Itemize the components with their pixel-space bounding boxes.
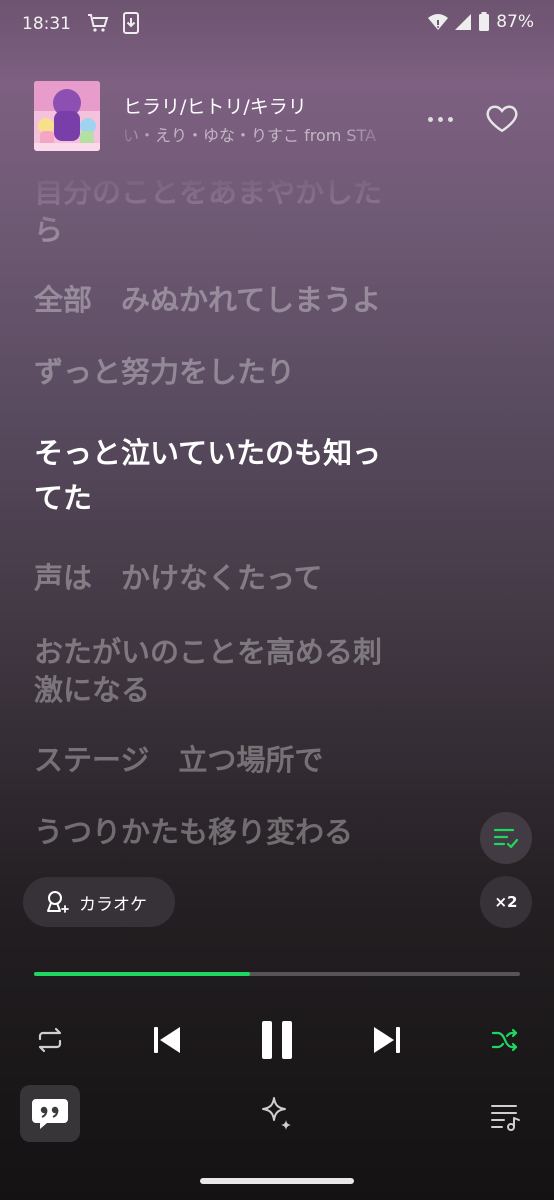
previous-button[interactable] (145, 1018, 189, 1062)
dot-icon (437, 116, 443, 122)
download-icon (123, 12, 139, 34)
lyrics-sync-button[interactable] (480, 812, 532, 864)
next-button[interactable] (365, 1018, 409, 1062)
shuffle-icon (491, 1028, 518, 1052)
lyric-line[interactable]: うつりかたも移り変わる (34, 812, 434, 852)
like-button[interactable] (484, 100, 520, 136)
repeat-button[interactable] (30, 1020, 70, 1060)
pause-icon (262, 1021, 292, 1059)
gesture-home-bar[interactable] (200, 1178, 354, 1184)
lyrics-button[interactable] (20, 1085, 80, 1142)
lyric-line-current[interactable]: そっと泣いていたのも知っ (34, 433, 434, 473)
karaoke-label: カラオケ (79, 894, 147, 915)
karaoke-button[interactable]: カラオケ (23, 877, 175, 927)
song-artist[interactable]: い・えり・ゆな・りすこ from STA (123, 122, 395, 146)
battery-icon (479, 12, 490, 31)
lyric-line[interactable]: おたがいのことを高める刺 (34, 632, 434, 672)
status-system-icons: 87% (428, 12, 534, 32)
status-notification-icons (86, 12, 140, 34)
more-options-button[interactable] (420, 104, 460, 134)
list-check-icon (493, 828, 519, 849)
cart-icon (88, 14, 109, 32)
album-art[interactable] (34, 81, 100, 151)
lyric-line[interactable]: 声は かけなくたって (34, 558, 434, 598)
lyric-line[interactable]: ずっと努力をしたり (34, 352, 434, 392)
progress-fill (34, 972, 251, 976)
speed-label: ×2 (494, 893, 518, 911)
song-title[interactable]: ヒラリ/ヒトリ/キラリ (123, 92, 307, 119)
status-time: 18:31 (22, 14, 71, 34)
repeat-icon (38, 1027, 62, 1053)
dot-icon (427, 116, 433, 122)
playback-speed-button[interactable]: ×2 (480, 876, 532, 928)
lyric-line[interactable]: 自分のことをあまやかした (34, 180, 434, 212)
shuffle-button[interactable] (485, 1020, 525, 1060)
queue-music-icon (491, 1105, 520, 1131)
lyric-line[interactable]: ステージ 立つ場所で (34, 740, 434, 780)
lyric-line-current[interactable]: てた (34, 478, 434, 518)
quote-bubble-icon (32, 1099, 68, 1129)
lyrics-panel[interactable]: 自分のことをあまやかした ら 全部 みぬかれてしまうよ ずっと努力をしたり そっ… (34, 180, 434, 860)
skip-previous-icon (154, 1027, 180, 1053)
dot-icon (447, 116, 453, 122)
queue-button[interactable] (488, 1098, 524, 1134)
heart-icon (486, 105, 518, 133)
microphone-icon (47, 891, 69, 913)
ai-sparkle-button[interactable] (255, 1092, 299, 1136)
lyric-line[interactable]: 激になる (34, 670, 434, 710)
wifi-icon (428, 14, 449, 30)
pause-button[interactable] (254, 1014, 300, 1066)
album-artwork-image (34, 81, 100, 151)
lyric-line[interactable]: ら (34, 210, 434, 250)
sparkle-icon (262, 1097, 291, 1130)
signal-icon (455, 14, 472, 30)
lyric-line[interactable]: 全部 みぬかれてしまうよ (34, 280, 434, 320)
progress-bar[interactable] (34, 972, 520, 976)
skip-next-icon (374, 1027, 400, 1053)
battery-percent: 87% (496, 12, 534, 32)
